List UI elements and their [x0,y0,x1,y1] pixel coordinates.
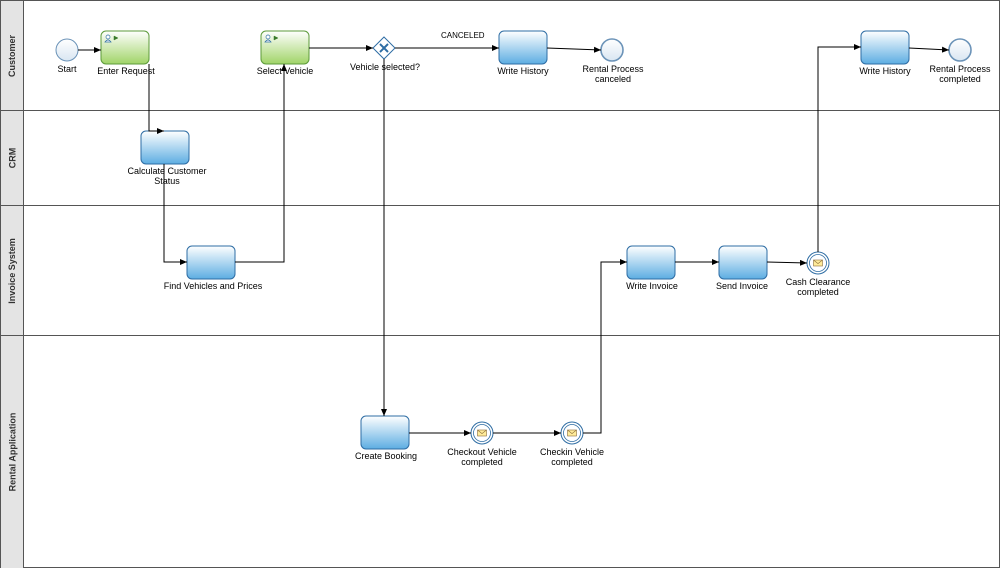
label-write-history-2: Write History [849,67,921,77]
bpmn-canvas: Customer CRM Invoice System Rental Appli… [0,0,1000,568]
label-start: Start [46,65,88,75]
label-calc-status: Calculate Customer Status [117,167,217,187]
label-send-invoice: Send Invoice [707,282,777,292]
lane-label: Invoice System [7,238,17,304]
lane-label: Rental Application [7,413,17,492]
label-find-vehicles: Find Vehicles and Prices [163,282,263,292]
label-gateway: Vehicle selected? [345,63,425,73]
label-create-booking: Create Booking [346,452,426,462]
lane-header-customer: Customer [1,1,24,110]
lane-crm: CRM [1,111,1000,206]
lane-label: CRM [7,148,17,169]
lane-customer: Customer [1,1,1000,111]
lane-header-invoice: Invoice System [1,206,24,335]
label-cash-clearance: Cash Clearance completed [776,278,860,298]
label-end-canceled: Rental Process canceled [574,65,652,85]
label-checkin: Checkin Vehicle completed [531,448,613,468]
lane-invoice: Invoice System [1,206,1000,336]
lane-label: Customer [7,34,17,76]
label-checkout: Checkout Vehicle completed [441,448,523,468]
label-write-invoice: Write Invoice [617,282,687,292]
label-write-history-1: Write History [487,67,559,77]
label-end-completed: Rental Process completed [921,65,999,85]
lane-header-rental: Rental Application [1,336,24,568]
label-enter-request: Enter Request [91,67,161,77]
lane-header-crm: CRM [1,111,24,205]
label-select-vehicle: Select Vehicle [249,67,321,77]
